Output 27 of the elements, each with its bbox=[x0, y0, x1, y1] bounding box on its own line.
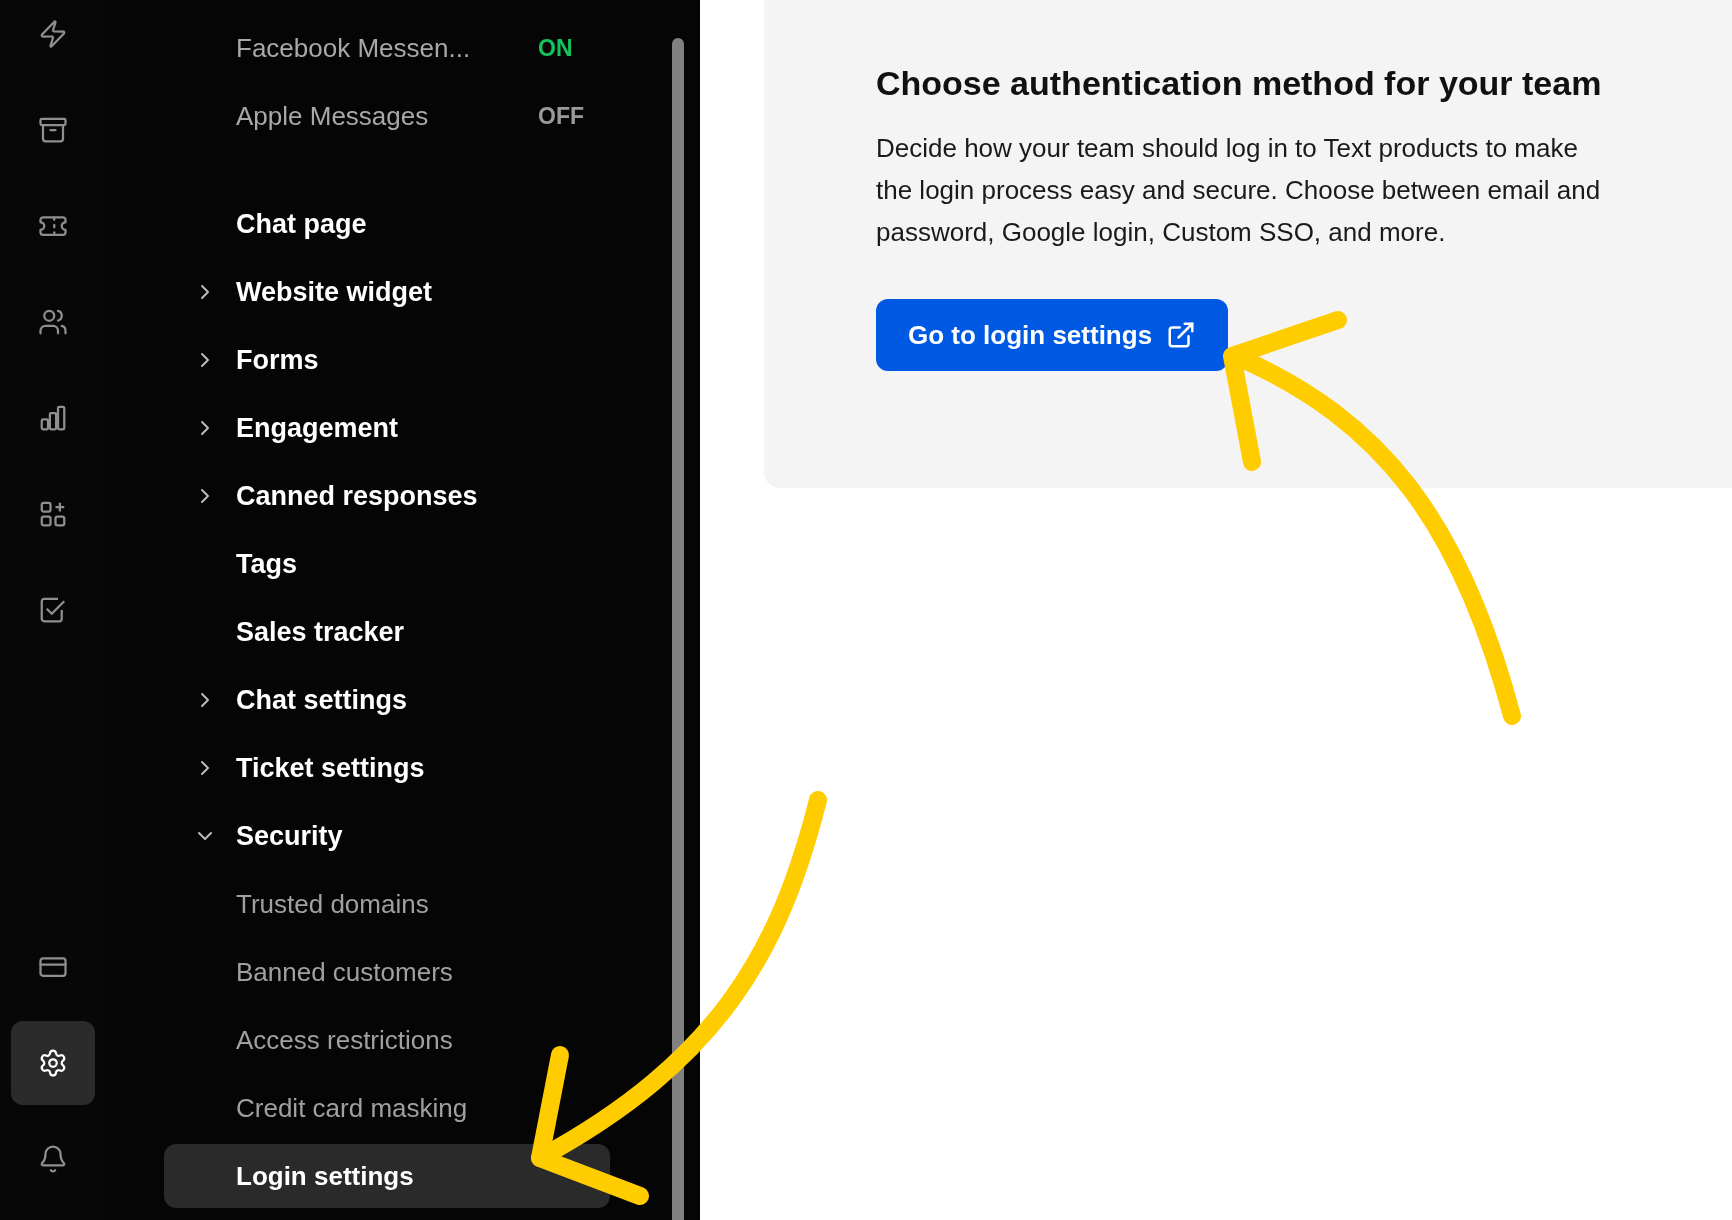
nav-item[interactable]: Security bbox=[236, 815, 343, 857]
archive-icon bbox=[37, 115, 68, 145]
nav-item[interactable]: Chat settings bbox=[236, 679, 408, 721]
card-title: Choose authentication method for your team bbox=[876, 63, 1603, 104]
nav-item[interactable]: Chat page bbox=[236, 203, 367, 245]
nav-subitem[interactable]: Access restrictions bbox=[164, 1008, 610, 1072]
nav-subitem[interactable]: Trusted domains bbox=[164, 872, 610, 936]
people-icon bbox=[37, 307, 68, 337]
card-description: Decide how your team should log in to Text products to make the login process easy and secure. Choose between email and password, Google login, Custom SSO, and more. bbox=[876, 132, 1602, 249]
scrollbar-thumb[interactable] bbox=[672, 38, 684, 1220]
channel-name[interactable]: Facebook Messen... bbox=[236, 28, 538, 68]
channel-status: ON bbox=[538, 33, 573, 63]
nav-item[interactable]: Engagement bbox=[236, 407, 399, 449]
nav-subitem[interactable]: Credit card masking bbox=[164, 1076, 610, 1140]
channel-name[interactable]: Apple Messages bbox=[236, 96, 538, 136]
login-settings-button[interactable]: Go to login settings bbox=[876, 299, 1229, 371]
nav-item[interactable]: Forms bbox=[236, 339, 319, 381]
external-link-icon bbox=[1166, 320, 1197, 350]
nav-item[interactable]: Canned responses bbox=[236, 475, 478, 517]
nav-subitem[interactable]: Login settings bbox=[164, 1144, 610, 1208]
channel-status: OFF bbox=[538, 101, 584, 131]
nav-item[interactable]: Website widget bbox=[236, 271, 433, 313]
nav-item[interactable]: Ticket settings bbox=[236, 747, 425, 789]
nav-item[interactable]: Sales tracker bbox=[236, 611, 405, 653]
nav-subitem[interactable]: Banned customers bbox=[164, 940, 610, 1004]
rail-button[interactable] bbox=[10, 1021, 95, 1105]
nav-item[interactable]: Tags bbox=[236, 543, 297, 585]
